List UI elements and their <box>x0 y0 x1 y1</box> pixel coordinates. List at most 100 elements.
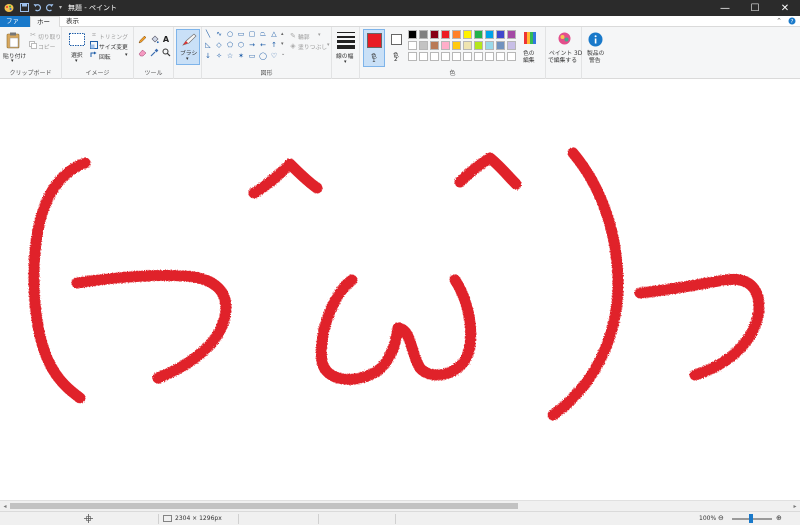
shape-option-icon[interactable]: ▭ <box>237 30 245 38</box>
palette-swatch[interactable] <box>485 41 494 50</box>
palette-swatch[interactable] <box>430 52 439 61</box>
scrollbar-thumb[interactable] <box>10 503 518 509</box>
palette-swatch[interactable] <box>408 30 417 39</box>
palette-swatch[interactable] <box>452 30 461 39</box>
color-picker-icon[interactable] <box>149 47 159 57</box>
shape-option-icon[interactable]: ◯ <box>259 52 267 60</box>
shape-option-icon[interactable]: ∿ <box>215 30 223 38</box>
palette-swatch[interactable] <box>496 41 505 50</box>
palette-swatch[interactable] <box>452 52 461 61</box>
palette-swatch[interactable] <box>441 52 450 61</box>
tab-home[interactable]: ホーム <box>30 16 60 37</box>
line-width-icon[interactable] <box>337 31 355 49</box>
palette-swatch[interactable] <box>463 41 472 50</box>
cut-button[interactable]: 切り取り <box>38 32 61 41</box>
rotate-button[interactable]: 回転 <box>99 52 111 61</box>
redo-icon[interactable] <box>44 2 55 13</box>
shapes-scroll-down-icon[interactable]: ▾ <box>281 41 284 47</box>
shape-option-icon[interactable]: ▭ <box>248 52 256 60</box>
palette-swatch[interactable] <box>474 52 483 61</box>
palette-swatch[interactable] <box>496 30 505 39</box>
palette-swatch[interactable] <box>507 30 516 39</box>
shape-option-icon[interactable]: ↑ <box>270 41 278 49</box>
pencil-icon[interactable] <box>137 34 147 44</box>
shapes-expand-icon[interactable]: ⌄ <box>281 51 285 57</box>
shape-option-icon[interactable]: ↓ <box>204 52 212 60</box>
palette-swatch[interactable] <box>408 52 417 61</box>
shape-option-icon[interactable]: ⬡ <box>237 41 245 49</box>
drawing-canvas[interactable] <box>0 80 800 500</box>
rotate-dropdown-icon[interactable]: ▾ <box>125 52 128 58</box>
palette-swatch[interactable] <box>474 41 483 50</box>
color2-button[interactable]: 色 2 <box>387 29 407 67</box>
tab-view[interactable]: 表示 <box>60 16 88 27</box>
palette-swatch[interactable] <box>463 52 472 61</box>
shape-option-icon[interactable]: ◺ <box>204 41 212 49</box>
color1-button[interactable]: 色 1 <box>363 29 385 67</box>
horizontal-scrollbar[interactable]: ◂ ▸ <box>0 500 800 511</box>
color1-number: 1 <box>372 58 376 64</box>
line-width-dropdown-icon[interactable]: ▾ <box>344 59 347 65</box>
undo-icon[interactable] <box>32 2 43 13</box>
outline-dropdown-icon[interactable]: ▾ <box>318 32 321 38</box>
fill-bucket-icon[interactable] <box>149 34 159 44</box>
palette-swatch[interactable] <box>419 30 428 39</box>
zoom-slider-thumb[interactable] <box>749 514 753 523</box>
resize-button[interactable]: サイズ変更 <box>99 42 128 51</box>
save-icon[interactable] <box>19 2 30 13</box>
palette-swatch[interactable] <box>441 30 450 39</box>
shape-option-icon[interactable]: △ <box>270 30 278 38</box>
crop-button[interactable]: トリミング <box>99 32 128 41</box>
fill-dropdown-icon[interactable]: ▾ <box>327 42 330 48</box>
outline-button[interactable]: 輪郭 <box>298 32 310 41</box>
palette-swatch[interactable] <box>463 30 472 39</box>
collapse-ribbon-icon[interactable]: ⌃ <box>776 17 782 25</box>
paste-icon[interactable] <box>5 31 21 49</box>
palette-swatch[interactable] <box>419 41 428 50</box>
text-icon[interactable]: A <box>161 34 171 44</box>
paste-button[interactable]: 貼り付け <box>3 51 26 60</box>
customize-quick-access-icon[interactable]: ▾ <box>55 2 66 13</box>
fill-button[interactable]: 塗りつぶし <box>298 42 327 51</box>
copy-button[interactable]: コピー <box>38 42 55 51</box>
palette-swatch[interactable] <box>452 41 461 50</box>
right-arm-stroke <box>634 273 765 381</box>
palette-swatch[interactable] <box>507 52 516 61</box>
select-icon[interactable] <box>69 33 85 46</box>
magnifier-icon[interactable] <box>161 47 171 57</box>
shape-option-icon[interactable]: → <box>248 41 256 49</box>
shape-option-icon[interactable]: ▢ <box>248 30 256 38</box>
shape-option-icon[interactable]: ← <box>259 41 267 49</box>
select-dropdown-icon[interactable]: ▾ <box>75 58 78 64</box>
palette-swatch[interactable] <box>430 30 439 39</box>
zoom-out-icon[interactable]: ⊖ <box>718 514 724 522</box>
paste-dropdown-icon[interactable]: ▾ <box>11 58 14 64</box>
brushes-button[interactable]: ブラシ ▾ <box>176 29 200 65</box>
minimize-button[interactable]: — <box>710 0 740 16</box>
maximize-button[interactable]: ☐ <box>740 0 770 16</box>
shape-option-icon[interactable]: ◇ <box>215 41 223 49</box>
palette-swatch[interactable] <box>430 41 439 50</box>
shape-option-icon[interactable]: ♡ <box>270 52 278 60</box>
palette-swatch[interactable] <box>474 30 483 39</box>
shape-option-icon[interactable]: ⏢ <box>259 30 267 38</box>
palette-swatch[interactable] <box>408 41 417 50</box>
palette-swatch[interactable] <box>485 30 494 39</box>
shape-option-icon[interactable]: ╲ <box>204 30 212 38</box>
palette-swatch[interactable] <box>419 52 428 61</box>
shape-option-icon[interactable]: ☆ <box>226 52 234 60</box>
palette-swatch[interactable] <box>441 41 450 50</box>
palette-swatch[interactable] <box>507 41 516 50</box>
shape-option-icon[interactable]: ✧ <box>215 52 223 60</box>
shape-option-icon[interactable]: ✶ <box>237 52 245 60</box>
palette-swatch[interactable] <box>496 52 505 61</box>
shape-option-icon[interactable]: ⬠ <box>226 41 234 49</box>
tab-file[interactable]: ファイル <box>0 16 30 36</box>
eraser-icon[interactable] <box>137 47 147 57</box>
palette-swatch[interactable] <box>485 52 494 61</box>
shapes-scroll-up-icon[interactable]: ▴ <box>281 31 284 37</box>
close-button[interactable]: ✕ <box>770 0 800 16</box>
zoom-in-icon[interactable]: ⊕ <box>776 514 782 522</box>
help-icon[interactable]: ? <box>788 17 796 27</box>
shape-option-icon[interactable]: ○ <box>226 30 234 38</box>
